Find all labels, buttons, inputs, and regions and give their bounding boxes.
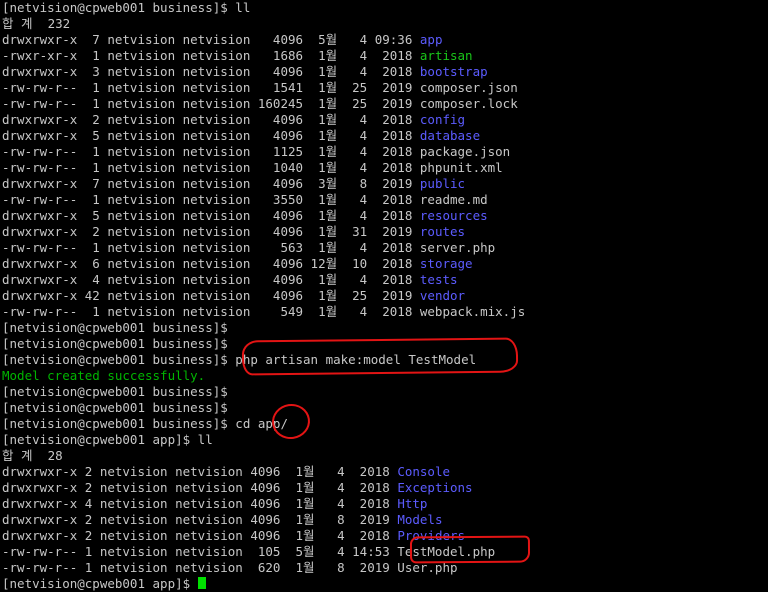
file-name: routes <box>419 224 466 239</box>
terminal-line: drwxrwxr-x 6 netvision netvision 4096 12… <box>2 256 768 272</box>
terminal-line: [netvision@cpweb001 app]$ ll <box>2 432 768 448</box>
terminal-line: Model created successfully. <box>2 368 768 384</box>
terminal-line: -rw-rw-r-- 1 netvision netvision 1541 1월… <box>2 80 768 96</box>
terminal-line: 합 계 232 <box>2 16 768 32</box>
terminal-line-text: Model created successfully. <box>2 368 206 383</box>
file-name: tests <box>419 272 458 287</box>
terminal-line: -rwxr-xr-x 1 netvision netvision 1686 1월… <box>2 48 768 64</box>
terminal-line: -rw-rw-r-- 1 netvision netvision 1040 1월… <box>2 160 768 176</box>
terminal-line-text: -rw-rw-r-- 1 netvision netvision 3550 1월… <box>2 192 488 207</box>
terminal-line: drwxrwxr-x 5 netvision netvision 4096 1월… <box>2 208 768 224</box>
terminal-line-text: drwxrwxr-x 2 netvision netvision 4096 1월… <box>2 528 398 543</box>
terminal-line-text: drwxrwxr-x 2 netvision netvision 4096 1월… <box>2 464 398 479</box>
terminal-line-text: drwxrwxr-x 4 netvision netvision 4096 1월… <box>2 272 420 287</box>
terminal-line: drwxrwxr-x 4 netvision netvision 4096 1월… <box>2 496 768 512</box>
terminal-line-text: drwxrwxr-x 2 netvision netvision 4096 1월… <box>2 112 420 127</box>
terminal-line: drwxrwxr-x 7 netvision netvision 4096 5월… <box>2 32 768 48</box>
terminal-line-text: -rw-rw-r-- 1 netvision netvision 160245 … <box>2 96 518 111</box>
terminal-line: -rw-rw-r-- 1 netvision netvision 3550 1월… <box>2 192 768 208</box>
terminal-line: 합 계 28 <box>2 448 768 464</box>
terminal-line-text: -rwxr-xr-x 1 netvision netvision 1686 1월… <box>2 48 420 63</box>
terminal-line: -rw-rw-r-- 1 netvision netvision 549 1월 … <box>2 304 768 320</box>
terminal-output[interactable]: [netvision@cpweb001 business]$ ll 합 계 232… <box>2 0 768 592</box>
terminal-line-text: drwxrwxr-x 42 netvision netvision 4096 1… <box>2 288 420 303</box>
terminal-line-text: 합 계 232 <box>2 16 71 31</box>
terminal-line: -rw-rw-r-- 1 netvision netvision 563 1월 … <box>2 240 768 256</box>
terminal-line: drwxrwxr-x 3 netvision netvision 4096 1월… <box>2 64 768 80</box>
terminal-line-text: [netvision@cpweb001 app]$ ll <box>2 432 213 447</box>
terminal-line-text: -rw-rw-r-- 1 netvision netvision 563 1월 … <box>2 240 496 255</box>
terminal-line-text: -rw-rw-r-- 1 netvision netvision 1125 1월… <box>2 144 511 159</box>
terminal-line-text: drwxrwxr-x 2 netvision netvision 4096 1월… <box>2 480 398 495</box>
terminal-line-text: drwxrwxr-x 5 netvision netvision 4096 1월… <box>2 208 420 223</box>
terminal-line: drwxrwxr-x 2 netvision netvision 4096 1월… <box>2 112 768 128</box>
terminal-line-text: -rw-rw-r-- 1 netvision netvision 1040 1월… <box>2 160 503 175</box>
terminal-line-text: drwxrwxr-x 5 netvision netvision 4096 1월… <box>2 128 420 143</box>
terminal-line-text: [netvision@cpweb001 business]$ <box>2 384 228 399</box>
terminal-line: drwxrwxr-x 2 netvision netvision 4096 1월… <box>2 512 768 528</box>
terminal-line: [netvision@cpweb001 business]$ <box>2 400 768 416</box>
terminal-line-text: -rw-rw-r-- 1 netvision netvision 549 1월 … <box>2 304 526 319</box>
terminal-line-text: [netvision@cpweb001 business]$ php artis… <box>2 352 477 367</box>
terminal-line: drwxrwxr-x 2 netvision netvision 4096 1월… <box>2 480 768 496</box>
terminal-line-text: drwxrwxr-x 3 netvision netvision 4096 1월… <box>2 64 420 79</box>
file-name: Providers <box>397 528 466 543</box>
terminal-line: -rw-rw-r-- 1 netvision netvision 105 5월 … <box>2 544 768 560</box>
file-name: storage <box>419 256 473 271</box>
terminal-line-text: drwxrwxr-x 6 netvision netvision 4096 12… <box>2 256 420 271</box>
terminal-line-text: drwxrwxr-x 2 netvision netvision 4096 1월… <box>2 512 398 527</box>
terminal-line-text: [netvision@cpweb001 business]$ ll <box>2 0 251 15</box>
terminal-line-text: drwxrwxr-x 2 netvision netvision 4096 1월… <box>2 224 420 239</box>
terminal-line: [netvision@cpweb001 business]$ php artis… <box>2 352 768 368</box>
terminal-line-text: 합 계 28 <box>2 448 63 463</box>
file-name: database <box>419 128 481 143</box>
terminal-line: [netvision@cpweb001 app]$ <box>2 576 768 592</box>
terminal-line-text: [netvision@cpweb001 app]$ <box>2 576 198 591</box>
file-name: bootstrap <box>419 64 488 79</box>
file-name: config <box>419 112 466 127</box>
terminal-line-text: [netvision@cpweb001 business]$ <box>2 400 228 415</box>
terminal-line-text: [netvision@cpweb001 business]$ cd app/ <box>2 416 288 431</box>
terminal-line-text: -rw-rw-r-- 1 netvision netvision 1541 1월… <box>2 80 518 95</box>
file-name: Exceptions <box>397 480 473 495</box>
terminal-line: [netvision@cpweb001 business]$ cd app/ <box>2 416 768 432</box>
file-name: Models <box>397 512 443 527</box>
terminal-line: drwxrwxr-x 2 netvision netvision 4096 1월… <box>2 224 768 240</box>
file-name: artisan <box>419 48 473 63</box>
terminal-line: drwxrwxr-x 42 netvision netvision 4096 1… <box>2 288 768 304</box>
terminal-line: -rw-rw-r-- 1 netvision netvision 160245 … <box>2 96 768 112</box>
file-name: public <box>419 176 466 191</box>
terminal-line-text: drwxrwxr-x 7 netvision netvision 4096 3월… <box>2 176 420 191</box>
terminal-line: -rw-rw-r-- 1 netvision netvision 1125 1월… <box>2 144 768 160</box>
terminal-line-text: -rw-rw-r-- 1 netvision netvision 620 1월 … <box>2 560 458 575</box>
terminal-line: drwxrwxr-x 7 netvision netvision 4096 3월… <box>2 176 768 192</box>
terminal-line: [netvision@cpweb001 business]$ <box>2 384 768 400</box>
file-name: app <box>419 32 443 47</box>
terminal-line: [netvision@cpweb001 business]$ <box>2 320 768 336</box>
file-name: Console <box>397 464 450 479</box>
file-name: vendor <box>419 288 466 303</box>
terminal-line-text: [netvision@cpweb001 business]$ <box>2 336 228 351</box>
terminal-line-text: -rw-rw-r-- 1 netvision netvision 105 5월 … <box>2 544 496 559</box>
terminal-line: drwxrwxr-x 2 netvision netvision 4096 1월… <box>2 464 768 480</box>
terminal-line: drwxrwxr-x 4 netvision netvision 4096 1월… <box>2 272 768 288</box>
file-name: Http <box>397 496 428 511</box>
terminal-line-text: drwxrwxr-x 4 netvision netvision 4096 1월… <box>2 496 398 511</box>
terminal-line: [netvision@cpweb001 business]$ <box>2 336 768 352</box>
terminal-line: [netvision@cpweb001 business]$ ll <box>2 0 768 16</box>
file-name: resources <box>419 208 488 223</box>
terminal-line: -rw-rw-r-- 1 netvision netvision 620 1월 … <box>2 560 768 576</box>
terminal-line-text: drwxrwxr-x 7 netvision netvision 4096 5월… <box>2 32 420 47</box>
terminal-line: drwxrwxr-x 5 netvision netvision 4096 1월… <box>2 128 768 144</box>
terminal-line: drwxrwxr-x 2 netvision netvision 4096 1월… <box>2 528 768 544</box>
terminal-line-text: [netvision@cpweb001 business]$ <box>2 320 228 335</box>
